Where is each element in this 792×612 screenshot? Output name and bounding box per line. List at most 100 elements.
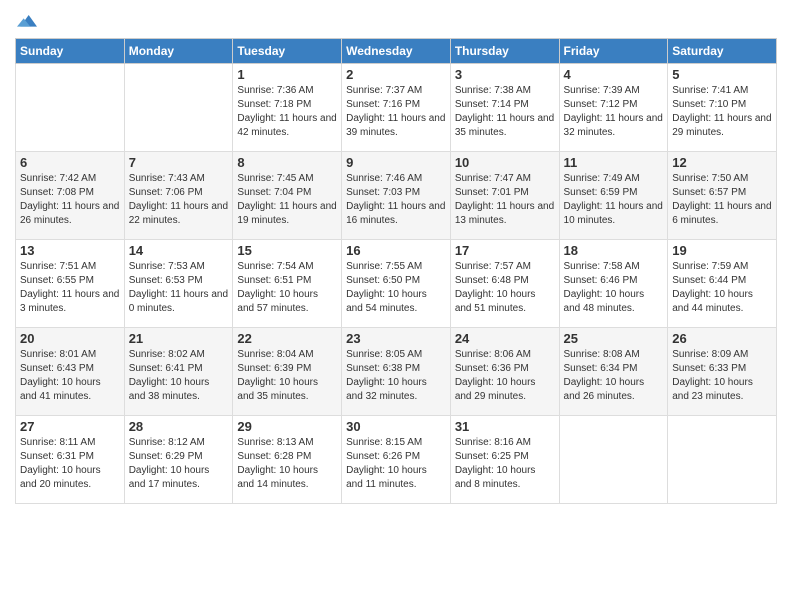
day-info: Sunrise: 8:11 AMSunset: 6:31 PMDaylight:…: [20, 436, 120, 492]
day-number: 8: [237, 155, 337, 170]
day-info: Sunrise: 7:55 AMSunset: 6:50 PMDaylight:…: [346, 260, 446, 316]
day-info: Sunrise: 8:13 AMSunset: 6:28 PMDaylight:…: [237, 436, 337, 492]
day-number: 11: [564, 155, 664, 170]
day-info: Sunrise: 7:54 AMSunset: 6:51 PMDaylight:…: [237, 260, 337, 316]
day-number: 1: [237, 67, 337, 82]
day-info: Sunrise: 8:16 AMSunset: 6:25 PMDaylight:…: [455, 436, 555, 492]
day-info: Sunrise: 8:08 AMSunset: 6:34 PMDaylight:…: [564, 348, 664, 404]
calendar-cell: 13 Sunrise: 7:51 AMSunset: 6:55 PMDayligh…: [16, 240, 125, 328]
day-number: 15: [237, 243, 337, 258]
calendar-header-wednesday: Wednesday: [342, 39, 451, 64]
day-info: Sunrise: 7:45 AMSunset: 7:04 PMDaylight:…: [237, 172, 337, 228]
day-number: 13: [20, 243, 120, 258]
day-number: 5: [672, 67, 772, 82]
day-number: 16: [346, 243, 446, 258]
calendar-cell: 8 Sunrise: 7:45 AMSunset: 7:04 PMDaylight…: [233, 152, 342, 240]
calendar-cell: 7Sunrise: 7:43 AMSunset: 7:06 PMDaylight…: [124, 152, 233, 240]
calendar-cell: 14Sunrise: 7:53 AMSunset: 6:53 PMDayligh…: [124, 240, 233, 328]
calendar-table: SundayMondayTuesdayWednesdayThursdayFrid…: [15, 38, 777, 504]
calendar-cell: [559, 416, 668, 504]
calendar-cell: 17 Sunrise: 7:57 AMSunset: 6:48 PMDayligh…: [450, 240, 559, 328]
day-info: Sunrise: 7:42 AMSunset: 7:08 PMDaylight:…: [20, 172, 120, 228]
calendar-cell: 19Sunrise: 7:59 AMSunset: 6:44 PMDayligh…: [668, 240, 777, 328]
calendar-header-saturday: Saturday: [668, 39, 777, 64]
calendar-header-sunday: Sunday: [16, 39, 125, 64]
calendar-cell: 26 Sunrise: 8:09 AMSunset: 6:33 PMDayligh…: [668, 328, 777, 416]
calendar-cell: 3Sunrise: 7:38 AMSunset: 7:14 PMDaylight…: [450, 64, 559, 152]
day-number: 26: [672, 331, 772, 346]
day-number: 31: [455, 419, 555, 434]
calendar-cell: 12 Sunrise: 7:50 AMSunset: 6:57 PMDayligh…: [668, 152, 777, 240]
day-info: Sunrise: 7:37 AMSunset: 7:16 PMDaylight:…: [346, 84, 446, 140]
logo-icon: [17, 10, 37, 30]
calendar-cell: 2 Sunrise: 7:37 AMSunset: 7:16 PMDaylight…: [342, 64, 451, 152]
day-number: 29: [237, 419, 337, 434]
calendar-cell: 20 Sunrise: 8:01 AMSunset: 6:43 PMDayligh…: [16, 328, 125, 416]
day-number: 18: [564, 243, 664, 258]
day-info: Sunrise: 7:51 AMSunset: 6:55 PMDaylight:…: [20, 260, 120, 316]
calendar-cell: 23Sunrise: 8:05 AMSunset: 6:38 PMDayligh…: [342, 328, 451, 416]
calendar-week-row: 20 Sunrise: 8:01 AMSunset: 6:43 PMDayligh…: [16, 328, 777, 416]
day-number: 14: [129, 243, 229, 258]
day-number: 27: [20, 419, 120, 434]
day-number: 6: [20, 155, 120, 170]
calendar-cell: 10Sunrise: 7:47 AMSunset: 7:01 PMDayligh…: [450, 152, 559, 240]
day-info: Sunrise: 8:04 AMSunset: 6:39 PMDaylight:…: [237, 348, 337, 404]
day-info: Sunrise: 8:09 AMSunset: 6:33 PMDaylight:…: [672, 348, 772, 404]
calendar-cell: 21 Sunrise: 8:02 AMSunset: 6:41 PMDayligh…: [124, 328, 233, 416]
header: [15, 10, 777, 30]
calendar-cell: 11 Sunrise: 7:49 AMSunset: 6:59 PMDayligh…: [559, 152, 668, 240]
calendar-cell: 1 Sunrise: 7:36 AMSunset: 7:18 PMDaylight…: [233, 64, 342, 152]
day-info: Sunrise: 7:59 AMSunset: 6:44 PMDaylight:…: [672, 260, 772, 316]
calendar-header-friday: Friday: [559, 39, 668, 64]
day-number: 12: [672, 155, 772, 170]
calendar-cell: [124, 64, 233, 152]
day-number: 17: [455, 243, 555, 258]
page-container: SundayMondayTuesdayWednesdayThursdayFrid…: [0, 0, 792, 514]
calendar-week-row: 6 Sunrise: 7:42 AMSunset: 7:08 PMDaylight…: [16, 152, 777, 240]
calendar-week-row: 1 Sunrise: 7:36 AMSunset: 7:18 PMDaylight…: [16, 64, 777, 152]
day-number: 25: [564, 331, 664, 346]
calendar-cell: 16 Sunrise: 7:55 AMSunset: 6:50 PMDayligh…: [342, 240, 451, 328]
day-number: 24: [455, 331, 555, 346]
day-info: Sunrise: 7:50 AMSunset: 6:57 PMDaylight:…: [672, 172, 772, 228]
day-number: 7: [129, 155, 229, 170]
day-info: Sunrise: 8:15 AMSunset: 6:26 PMDaylight:…: [346, 436, 446, 492]
day-info: Sunrise: 8:02 AMSunset: 6:41 PMDaylight:…: [129, 348, 229, 404]
day-info: Sunrise: 7:49 AMSunset: 6:59 PMDaylight:…: [564, 172, 664, 228]
day-info: Sunrise: 8:01 AMSunset: 6:43 PMDaylight:…: [20, 348, 120, 404]
day-info: Sunrise: 7:41 AMSunset: 7:10 PMDaylight:…: [672, 84, 772, 140]
day-number: 9: [346, 155, 446, 170]
day-number: 10: [455, 155, 555, 170]
day-info: Sunrise: 7:36 AMSunset: 7:18 PMDaylight:…: [237, 84, 337, 140]
day-info: Sunrise: 8:12 AMSunset: 6:29 PMDaylight:…: [129, 436, 229, 492]
calendar-cell: 31 Sunrise: 8:16 AMSunset: 6:25 PMDayligh…: [450, 416, 559, 504]
calendar-cell: 24Sunrise: 8:06 AMSunset: 6:36 PMDayligh…: [450, 328, 559, 416]
day-number: 28: [129, 419, 229, 434]
day-info: Sunrise: 7:39 AMSunset: 7:12 PMDaylight:…: [564, 84, 664, 140]
day-number: 2: [346, 67, 446, 82]
calendar-cell: 29 Sunrise: 8:13 AMSunset: 6:28 PMDayligh…: [233, 416, 342, 504]
calendar-cell: 27 Sunrise: 8:11 AMSunset: 6:31 PMDayligh…: [16, 416, 125, 504]
calendar-header-monday: Monday: [124, 39, 233, 64]
day-number: 4: [564, 67, 664, 82]
calendar-week-row: 13 Sunrise: 7:51 AMSunset: 6:55 PMDayligh…: [16, 240, 777, 328]
calendar-cell: [16, 64, 125, 152]
calendar-header-row: SundayMondayTuesdayWednesdayThursdayFrid…: [16, 39, 777, 64]
day-info: Sunrise: 7:57 AMSunset: 6:48 PMDaylight:…: [455, 260, 555, 316]
calendar-cell: 15 Sunrise: 7:54 AMSunset: 6:51 PMDayligh…: [233, 240, 342, 328]
calendar-cell: 22 Sunrise: 8:04 AMSunset: 6:39 PMDayligh…: [233, 328, 342, 416]
calendar-cell: 9Sunrise: 7:46 AMSunset: 7:03 PMDaylight…: [342, 152, 451, 240]
day-number: 20: [20, 331, 120, 346]
calendar-cell: 6 Sunrise: 7:42 AMSunset: 7:08 PMDaylight…: [16, 152, 125, 240]
day-number: 21: [129, 331, 229, 346]
calendar-cell: 5 Sunrise: 7:41 AMSunset: 7:10 PMDaylight…: [668, 64, 777, 152]
day-number: 22: [237, 331, 337, 346]
day-number: 23: [346, 331, 446, 346]
calendar-header-tuesday: Tuesday: [233, 39, 342, 64]
day-info: Sunrise: 7:58 AMSunset: 6:46 PMDaylight:…: [564, 260, 664, 316]
day-number: 3: [455, 67, 555, 82]
calendar-cell: 4 Sunrise: 7:39 AMSunset: 7:12 PMDaylight…: [559, 64, 668, 152]
calendar-cell: 30Sunrise: 8:15 AMSunset: 6:26 PMDayligh…: [342, 416, 451, 504]
calendar-cell: [668, 416, 777, 504]
